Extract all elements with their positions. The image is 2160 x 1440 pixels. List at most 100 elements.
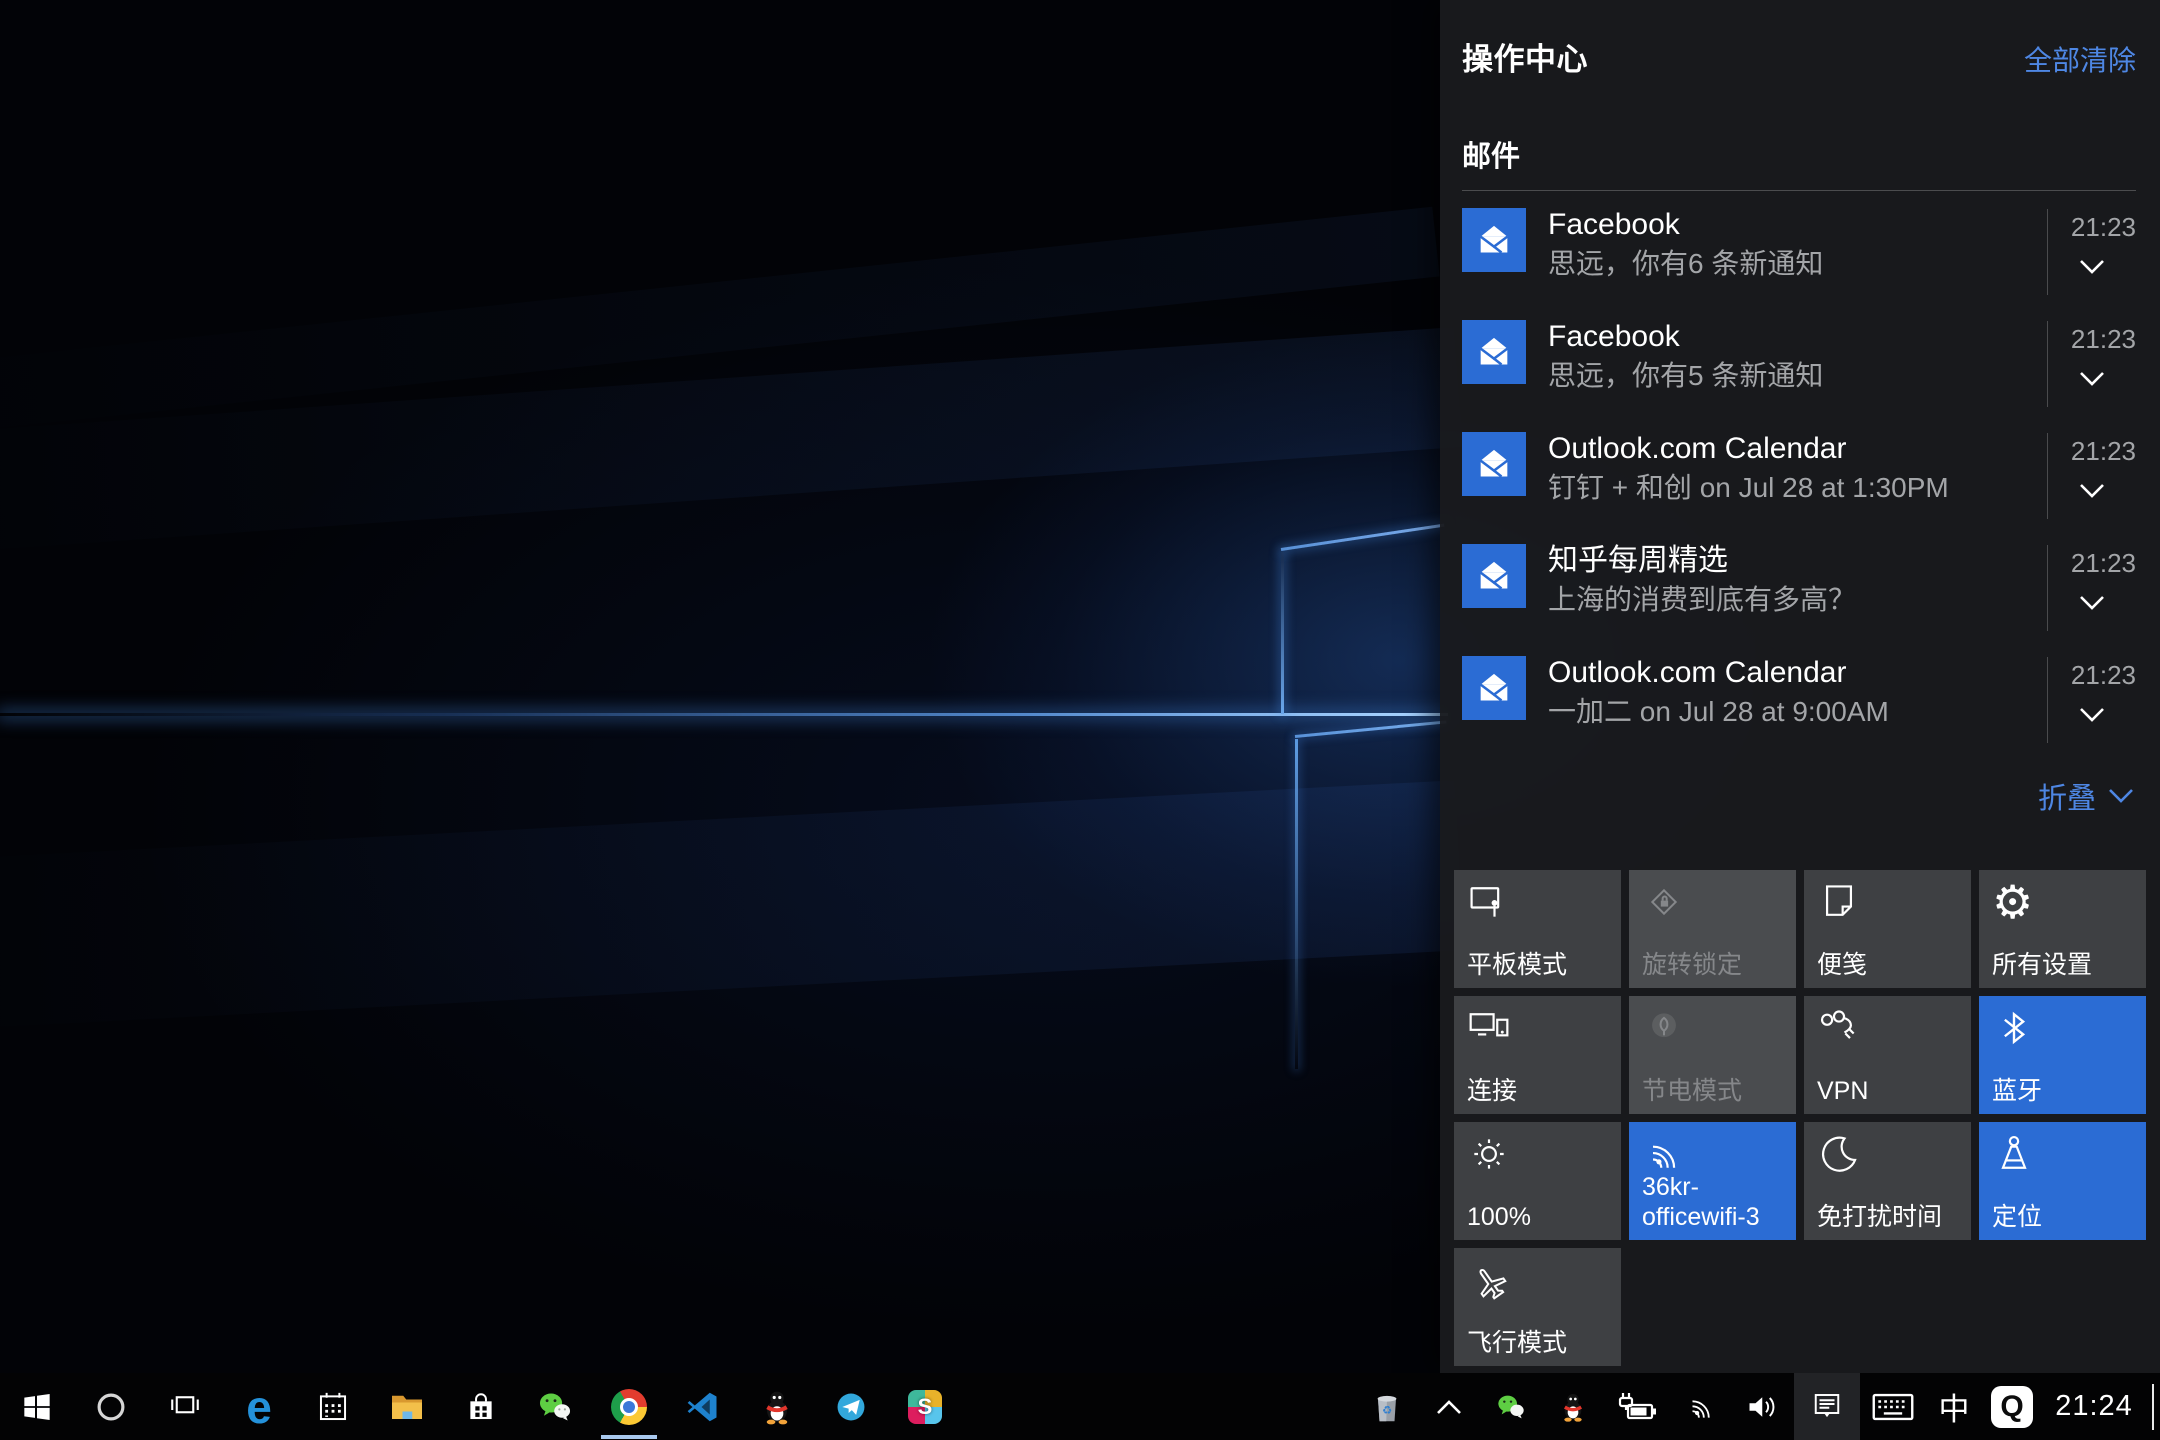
notification-subtitle: 上海的消费到底有多高？ — [1548, 581, 2047, 619]
tile-label: 免打扰时间 — [1817, 1202, 1966, 1232]
notification[interactable]: Facebook 思远，你有6 条新通知 21:23 — [1462, 205, 2136, 305]
vscode-button[interactable] — [666, 1373, 740, 1440]
calendar-icon — [316, 1390, 350, 1424]
rotation-lock-icon — [1642, 880, 1686, 924]
notification-meta: 21:23 — [2047, 321, 2136, 407]
notification-body: 知乎每周精选 上海的消费到底有多高？ — [1526, 541, 2047, 641]
battery-charging-icon[interactable] — [1604, 1373, 1670, 1440]
tile-airplane-mode[interactable]: 飞行模式 — [1454, 1248, 1621, 1366]
moon-icon — [1817, 1132, 1861, 1176]
qq-icon — [758, 1388, 796, 1426]
tile-quiet-hours[interactable]: 免打扰时间 — [1804, 1122, 1971, 1240]
notification[interactable]: Facebook 思远，你有5 条新通知 21:23 — [1462, 317, 2136, 417]
file-explorer-button[interactable] — [370, 1373, 444, 1440]
show-desktop-button[interactable] — [2146, 1373, 2160, 1440]
tile-note[interactable]: 便笺 — [1804, 870, 1971, 988]
wallpaper-window-edge — [1295, 720, 1447, 738]
tile-label: 蓝牙 — [1992, 1076, 2141, 1106]
collapse-quick-actions-link[interactable]: 折叠 — [1440, 765, 2160, 817]
tray-wifi-icon[interactable] — [1670, 1373, 1732, 1440]
expand-notification-button[interactable] — [2079, 595, 2105, 611]
notification[interactable]: 知乎每周精选 上海的消费到底有多高？ 21:23 — [1462, 541, 2136, 641]
tile-brightness[interactable]: 100% — [1454, 1122, 1621, 1240]
airplane-icon — [1467, 1258, 1511, 1302]
vscode-icon — [685, 1389, 721, 1425]
telegram-button[interactable] — [814, 1373, 888, 1440]
chevron-down-icon — [2108, 788, 2134, 804]
tray-wechat-icon[interactable] — [1480, 1373, 1542, 1440]
group-divider — [1462, 190, 2136, 191]
q-app-tray-button[interactable]: Q — [1982, 1373, 2042, 1440]
slack-button[interactable]: S — [888, 1373, 962, 1440]
notification-subtitle: 思远，你有5 条新通知 — [1548, 357, 2047, 395]
task-view-icon — [167, 1389, 203, 1425]
touch-keyboard-button[interactable] — [1860, 1373, 1926, 1440]
tile-battery-saver[interactable]: 节电模式 — [1629, 996, 1796, 1114]
tile-tablet-mode[interactable]: 平板模式 — [1454, 870, 1621, 988]
notification[interactable]: Outlook.com Calendar 一加二 on Jul 28 at 9:… — [1462, 653, 2136, 753]
clear-all-link[interactable]: 全部清除 — [2024, 39, 2136, 79]
vpn-icon — [1817, 1006, 1861, 1050]
expand-notification-button[interactable] — [2079, 707, 2105, 723]
tile-label: 飞行模式 — [1467, 1328, 1616, 1358]
tile-wifi[interactable]: 36kr-officewifi-3 — [1629, 1122, 1796, 1240]
expand-notification-button[interactable] — [2079, 483, 2105, 499]
chrome-button[interactable] — [592, 1373, 666, 1440]
notification-title: Outlook.com Calendar — [1548, 429, 2047, 469]
notification-subtitle: 钉钉 + 和创 on Jul 28 at 1:30PM — [1548, 469, 2047, 507]
action-center-tray-button[interactable] — [1794, 1373, 1860, 1440]
notification-title: Outlook.com Calendar — [1548, 653, 2047, 693]
tile-bluetooth[interactable]: 蓝牙 — [1979, 996, 2146, 1114]
start-button[interactable] — [0, 1373, 74, 1440]
tile-vpn[interactable]: VPN — [1804, 996, 1971, 1114]
volume-icon[interactable] — [1732, 1373, 1794, 1440]
notification-meta: 21:23 — [2047, 545, 2136, 631]
wallpaper-light-band — [0, 327, 1462, 553]
recycle-bin-icon[interactable]: ♻ — [1356, 1373, 1418, 1440]
mail-app-icon — [1462, 320, 1526, 384]
wechat-button[interactable] — [518, 1373, 592, 1440]
notification-time: 21:23 — [2071, 321, 2136, 355]
show-desktop-divider — [2152, 1384, 2154, 1430]
notification-title: Facebook — [1548, 317, 2047, 357]
q-app-letter: Q — [2000, 1390, 2023, 1424]
mail-app-icon — [1462, 208, 1526, 272]
tablet-mode-icon — [1467, 880, 1511, 924]
notification[interactable]: Outlook.com Calendar 钉钉 + 和创 on Jul 28 a… — [1462, 429, 2136, 529]
telegram-icon — [832, 1388, 870, 1426]
calendar-button[interactable] — [296, 1373, 370, 1440]
tile-rotation-lock[interactable]: 旋转锁定 — [1629, 870, 1796, 988]
battery-saver-icon — [1642, 1006, 1686, 1050]
expand-notification-button[interactable] — [2079, 259, 2105, 275]
slack-icon: S — [908, 1390, 942, 1424]
tray-qq-icon[interactable] — [1542, 1373, 1604, 1440]
wallpaper-horizon-streak — [0, 713, 1448, 716]
expand-notification-button[interactable] — [2079, 371, 2105, 387]
tile-all-settings[interactable]: ⚙ 所有设置 — [1979, 870, 2146, 988]
edge-button[interactable]: e — [222, 1373, 296, 1440]
tile-label: VPN — [1817, 1076, 1966, 1106]
ime-language-indicator[interactable]: 中 — [1926, 1373, 1982, 1440]
tile-label: 36kr-officewifi-3 — [1642, 1172, 1791, 1232]
system-tray: ♻ — [1356, 1373, 2160, 1440]
edge-icon: e — [246, 1384, 272, 1430]
notification-group-header[interactable]: 邮件 — [1440, 79, 2160, 175]
tile-location[interactable]: 定位 — [1979, 1122, 2146, 1240]
desktop: 操作中心 全部清除 邮件 Facebook 思远，你有6 条新通知 21:23 — [0, 0, 2160, 1440]
taskbar-clock[interactable]: 21:24 — [2042, 1373, 2146, 1440]
cortana-button[interactable] — [74, 1373, 148, 1440]
action-center-header: 操作中心 全部清除 — [1440, 0, 2160, 79]
tray-expand-chevron-icon[interactable] — [1418, 1373, 1480, 1440]
cortana-ring-icon — [92, 1388, 130, 1426]
collapse-label: 折叠 — [2038, 775, 2096, 817]
windows-logo-icon — [21, 1391, 53, 1423]
store-button[interactable] — [444, 1373, 518, 1440]
qq-button[interactable] — [740, 1373, 814, 1440]
brightness-icon — [1467, 1132, 1511, 1176]
notification-time: 21:23 — [2071, 209, 2136, 243]
connect-icon — [1467, 1006, 1511, 1050]
tile-connect[interactable]: 连接 — [1454, 996, 1621, 1114]
notification-time: 21:23 — [2071, 545, 2136, 579]
notification-time: 21:23 — [2071, 433, 2136, 467]
task-view-button[interactable] — [148, 1373, 222, 1440]
